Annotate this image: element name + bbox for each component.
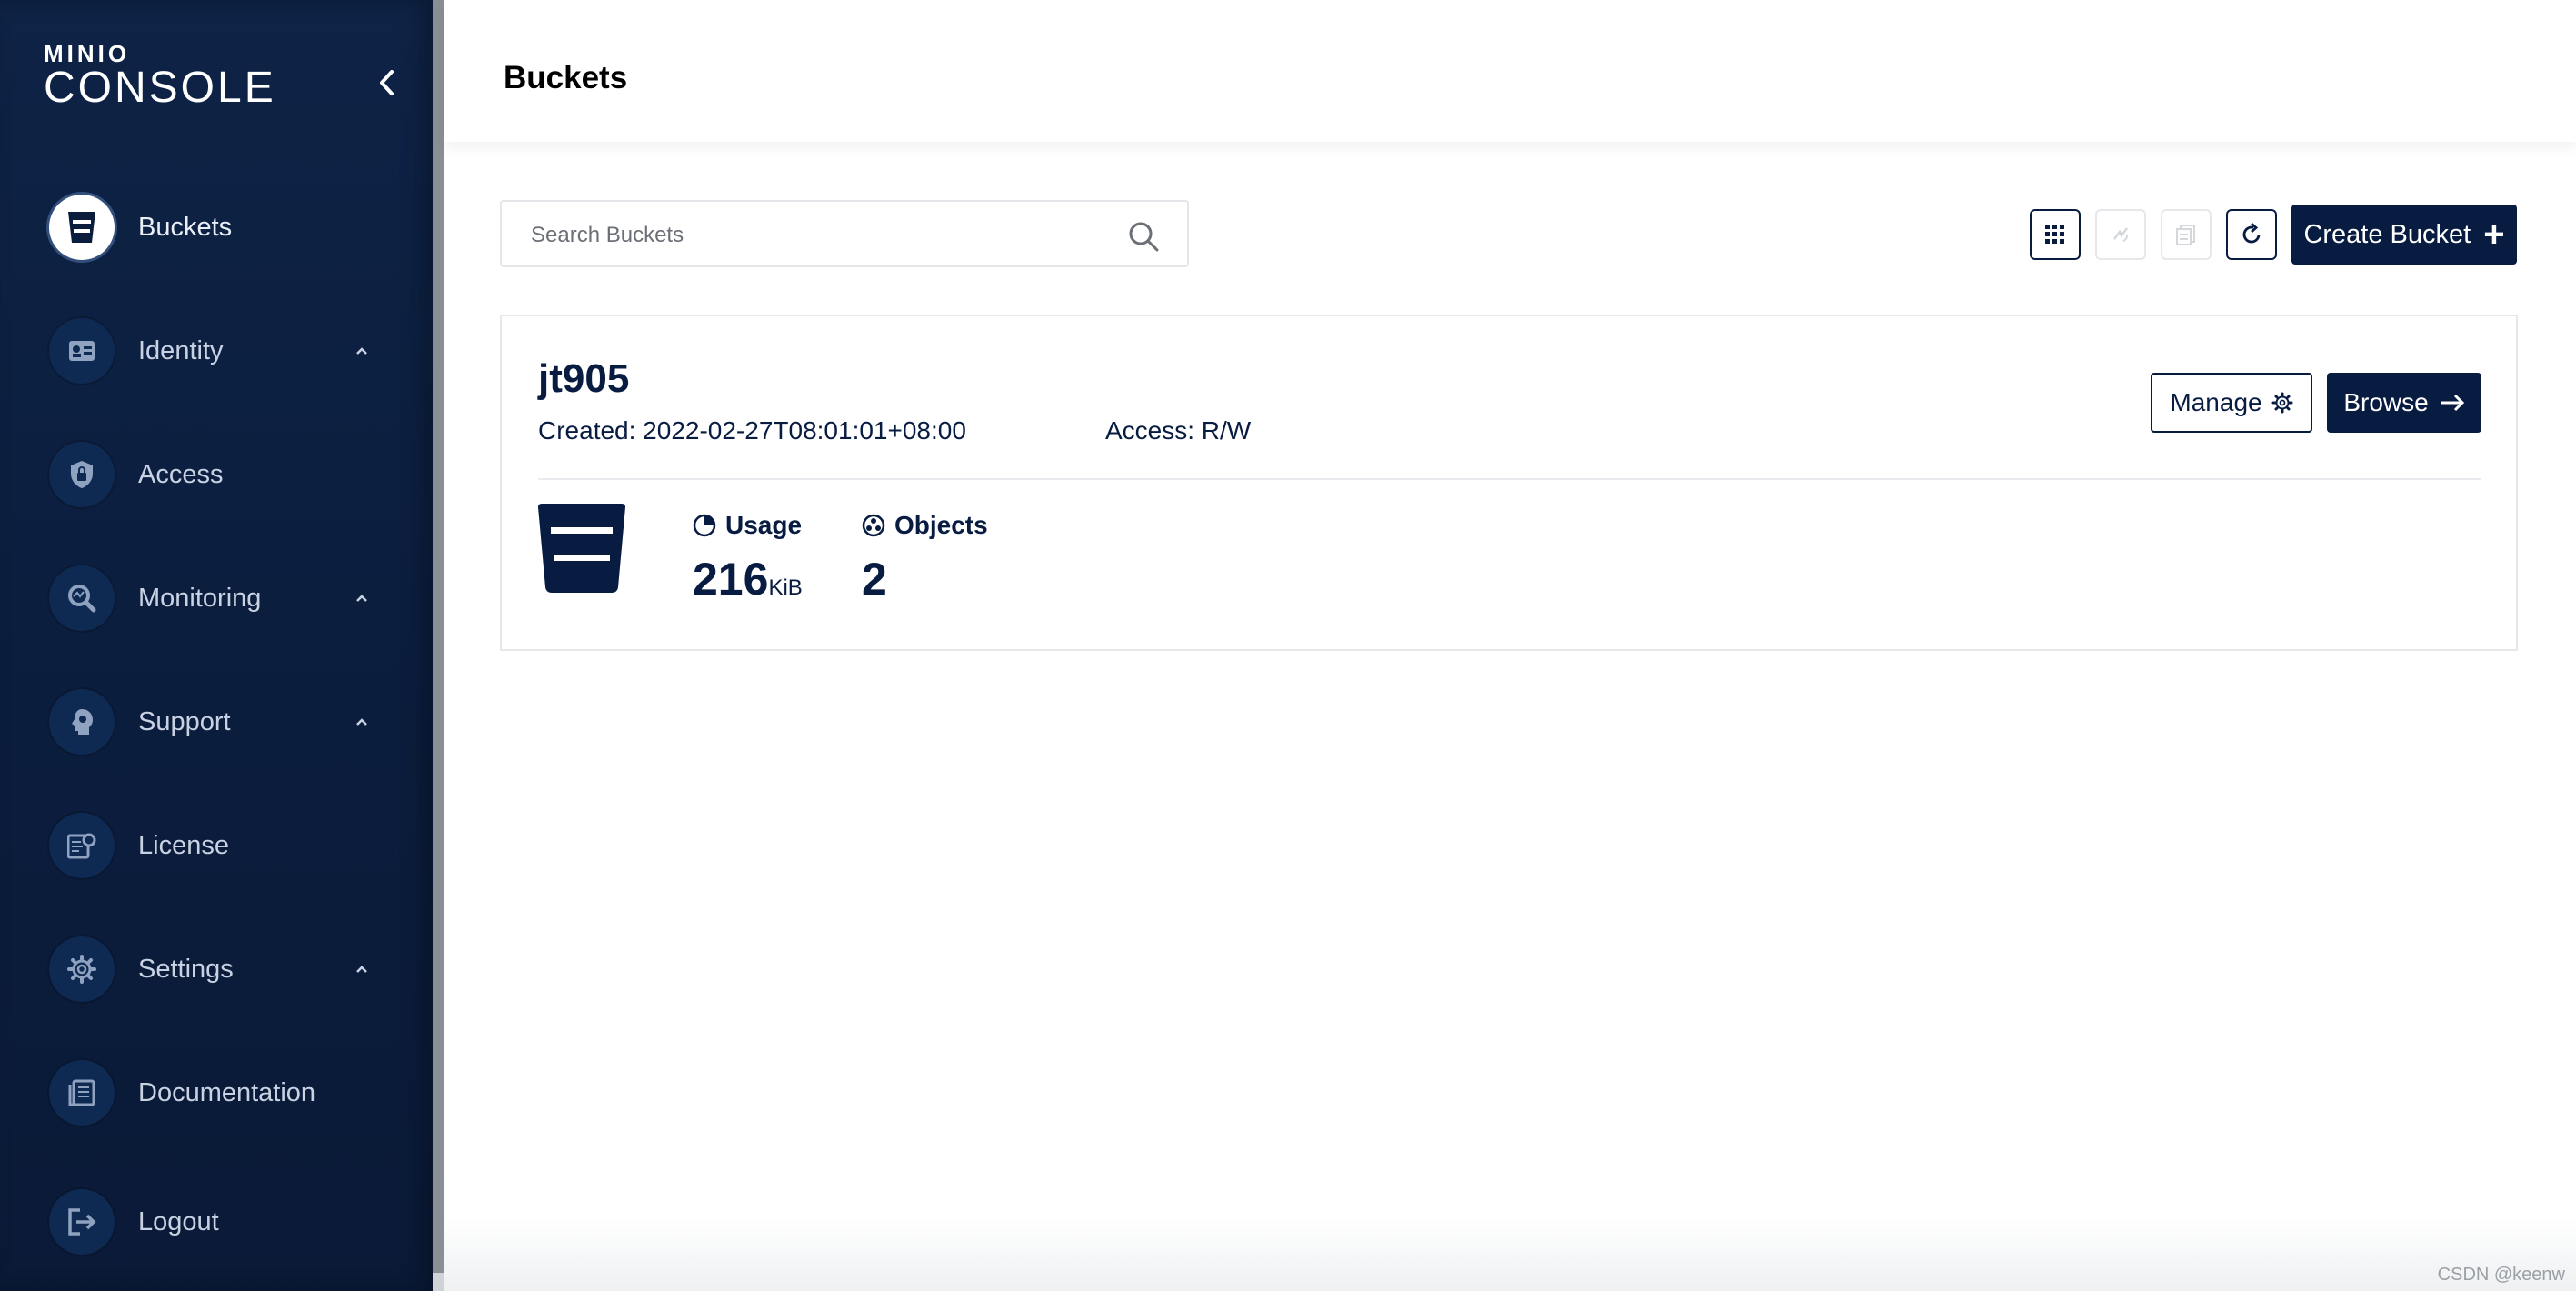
sidebar-item-label: Identity (138, 335, 224, 365)
usage-number: 216 (693, 554, 769, 605)
support-head-icon (49, 689, 115, 755)
logo-minio-text: MINIO (44, 40, 131, 67)
bucket-icon (49, 195, 115, 260)
minio-console-logo[interactable]: MINIO CONSOLE (44, 42, 276, 111)
sidebar-item-label: Buckets (138, 212, 233, 242)
documentation-icon (49, 1060, 115, 1126)
manage-label: Manage (2170, 388, 2262, 416)
watermark: CSDN @keenw (2437, 1265, 2565, 1285)
id-card-icon (49, 318, 115, 384)
select-multiple-button[interactable] (2030, 209, 2081, 260)
collapse-sidebar-button[interactable] (367, 64, 405, 102)
sidebar-item-settings[interactable]: Settings (49, 933, 413, 1006)
refresh-icon (2242, 222, 2261, 244)
chevron-up-icon (356, 595, 367, 602)
plus-icon: + (2483, 215, 2505, 255)
page-footer (444, 1218, 2576, 1291)
sidebar-item-license[interactable]: License (49, 809, 413, 882)
page-header: Buckets (444, 0, 2576, 142)
chevron-left-icon (380, 70, 394, 95)
sidebar-item-buckets[interactable]: Buckets (49, 191, 413, 264)
usage-value: 216KiB (693, 553, 803, 605)
gear-icon (49, 936, 115, 1002)
refresh-button[interactable] (2226, 209, 2277, 260)
browse-button[interactable]: Browse (2327, 373, 2481, 433)
documents-stack-icon (2176, 225, 2195, 245)
chevron-up-icon (356, 966, 367, 973)
objects-icon (862, 514, 885, 537)
sidebar-item-label: License (138, 830, 229, 860)
shield-lock-icon (49, 442, 115, 507)
bucket-icon (538, 504, 625, 593)
lifecycle-button[interactable] (2161, 209, 2212, 260)
sidebar-item-documentation[interactable]: Documentation (49, 1056, 413, 1129)
sidebar-item-label: Monitoring (138, 583, 262, 613)
arrow-right-icon (2441, 394, 2464, 412)
sidebar-item-label: Settings (138, 954, 234, 984)
sidebar-item-access[interactable]: Access (49, 438, 413, 511)
monitoring-icon (49, 565, 115, 631)
grid-select-icon (2045, 225, 2064, 244)
sidebar-scrollbar-end (433, 1273, 444, 1291)
sidebar: MINIO CONSOLE Buckets Identity Access Mo… (0, 0, 433, 1291)
bucket-created-date: Created: 2022-02-27T08:01:01+08:00 (538, 416, 966, 445)
usage-unit: KiB (768, 575, 803, 600)
create-bucket-button[interactable]: Create Bucket + (2291, 205, 2517, 265)
logout-icon (49, 1189, 115, 1255)
replicate-icon (2113, 227, 2128, 242)
sidebar-item-logout[interactable]: Logout (49, 1186, 413, 1258)
manage-button[interactable]: Manage (2151, 373, 2312, 433)
browse-label: Browse (2343, 388, 2429, 416)
page-title: Buckets (504, 60, 628, 95)
chevron-up-icon (356, 347, 367, 355)
create-bucket-label: Create Bucket (2303, 219, 2471, 249)
usage-label: Usage (693, 511, 802, 540)
sidebar-item-label: Access (138, 459, 224, 489)
logo-console-text: CONSOLE (44, 64, 276, 112)
usage-label-text: Usage (725, 511, 803, 539)
replication-button[interactable] (2095, 209, 2146, 260)
sidebar-item-label: Documentation (138, 1077, 316, 1107)
sidebar-item-monitoring[interactable]: Monitoring (49, 562, 413, 635)
gear-icon (2271, 392, 2293, 414)
sidebar-item-identity[interactable]: Identity (49, 315, 413, 387)
search-box[interactable] (500, 200, 1189, 267)
objects-label: Objects (862, 511, 988, 540)
bucket-card[interactable]: jt905 Created: 2022-02-27T08:01:01+08:00… (500, 315, 2518, 651)
sidebar-item-label: Support (138, 706, 231, 736)
sidebar-item-label: Logout (138, 1206, 219, 1236)
chevron-up-icon (356, 718, 367, 726)
pie-chart-icon (693, 514, 716, 537)
bucket-access-level: Access: R/W (1105, 416, 1252, 445)
search-input[interactable] (529, 218, 1114, 253)
objects-label-text: Objects (894, 511, 988, 539)
bucket-name[interactable]: jt905 (538, 356, 629, 402)
license-certificate-icon (49, 813, 115, 878)
objects-value: 2 (862, 554, 887, 605)
sidebar-scrollbar[interactable] (433, 0, 444, 1273)
search-icon[interactable] (1127, 220, 1160, 253)
card-divider (538, 478, 2481, 480)
sidebar-item-support[interactable]: Support (49, 686, 413, 758)
